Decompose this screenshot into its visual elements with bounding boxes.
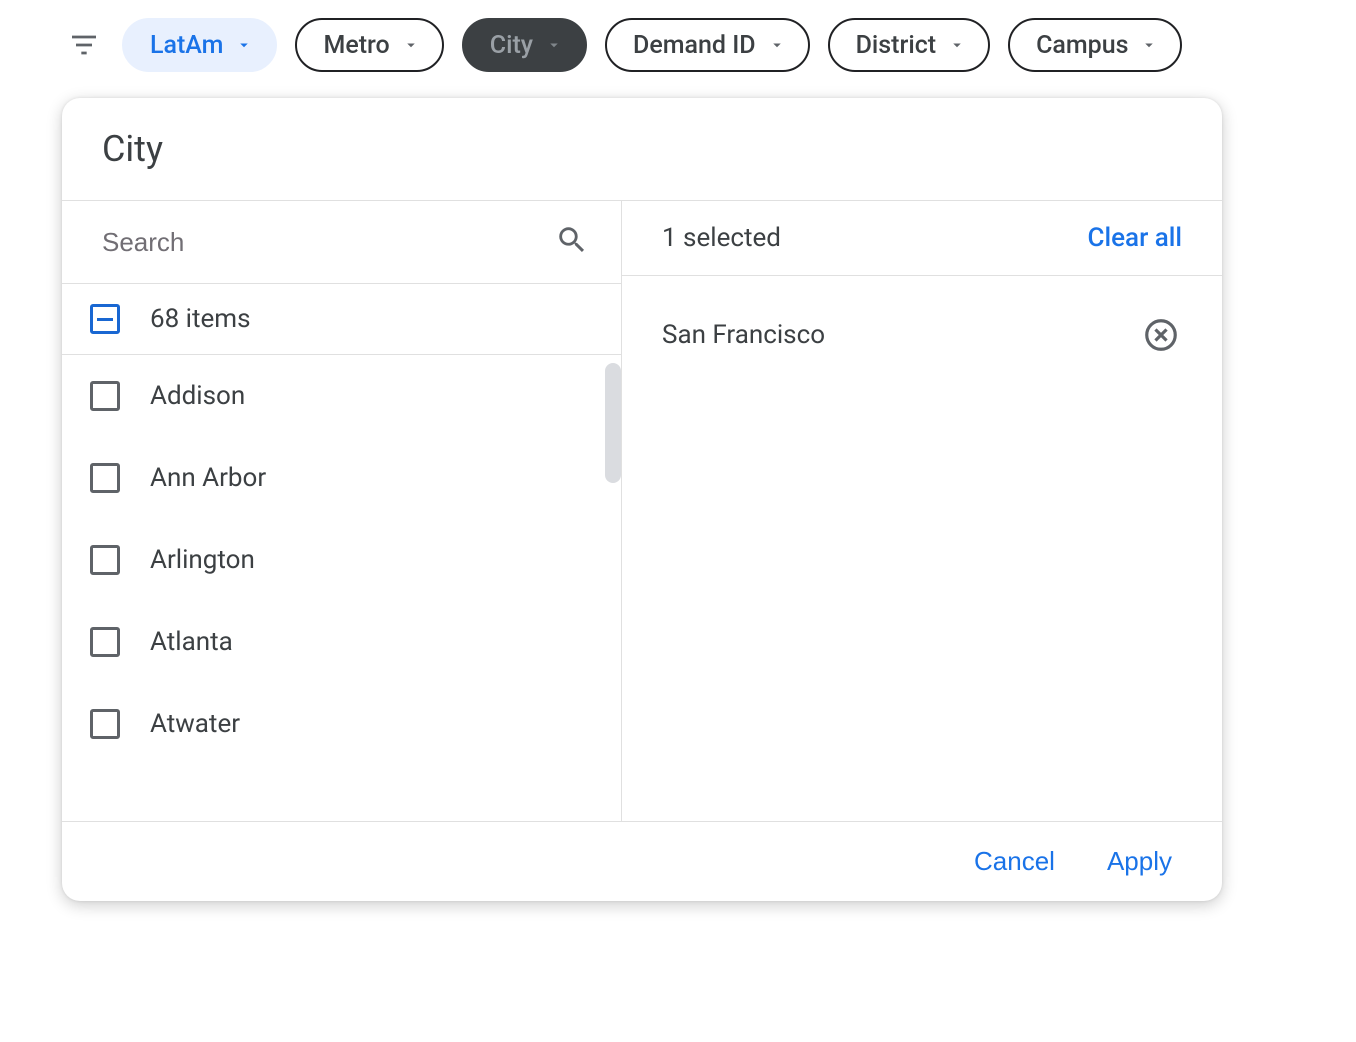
scrollbar-thumb[interactable] <box>605 363 621 483</box>
cancel-button[interactable]: Cancel <box>974 846 1055 877</box>
list-item-label: Atwater <box>150 709 240 739</box>
list-item-label: Arlington <box>150 545 255 575</box>
selected-header: 1 selected Clear all <box>622 201 1222 276</box>
options-column: 68 items Addison Ann Arbor <box>62 201 622 821</box>
items-count-label: 68 items <box>150 304 251 334</box>
checkbox-icon[interactable] <box>90 709 120 739</box>
chip-label: Demand ID <box>633 31 756 60</box>
dropdown-caret-icon <box>235 36 253 54</box>
list-item[interactable]: Arlington <box>62 519 621 601</box>
list-item[interactable]: Atwater <box>62 683 621 765</box>
list-item[interactable]: Addison <box>62 355 621 437</box>
chip-label: Campus <box>1036 31 1128 60</box>
list-item-label: Ann Arbor <box>150 463 266 493</box>
chip-city[interactable]: City <box>462 18 587 72</box>
selected-list: San Francisco <box>622 276 1222 821</box>
chip-label: District <box>856 31 936 60</box>
clear-all-button[interactable]: Clear all <box>1088 223 1182 253</box>
city-filter-panel: City 68 items Add <box>62 98 1222 901</box>
dropdown-caret-icon <box>545 36 563 54</box>
search-row <box>62 201 621 284</box>
list-item[interactable]: Ann Arbor <box>62 437 621 519</box>
chip-district[interactable]: District <box>828 18 990 72</box>
list-item-label: Atlanta <box>150 627 233 657</box>
chip-label: City <box>490 31 533 60</box>
chip-latam[interactable]: LatAm <box>122 18 277 72</box>
filter-list-icon[interactable] <box>64 29 104 61</box>
search-icon[interactable] <box>555 223 589 261</box>
chip-label: Metro <box>323 31 389 60</box>
checkbox-icon[interactable] <box>90 381 120 411</box>
selected-item: San Francisco <box>622 286 1222 384</box>
select-all-row[interactable]: 68 items <box>62 284 621 355</box>
apply-button[interactable]: Apply <box>1107 846 1172 877</box>
dropdown-caret-icon <box>768 36 786 54</box>
options-list[interactable]: Addison Ann Arbor Arlington Atlanta <box>62 355 621 821</box>
chip-metro[interactable]: Metro <box>295 18 443 72</box>
checkbox-icon[interactable] <box>90 545 120 575</box>
chip-campus[interactable]: Campus <box>1008 18 1182 72</box>
list-item[interactable]: Atlanta <box>62 601 621 683</box>
chip-label: LatAm <box>150 31 223 60</box>
panel-title: City <box>62 98 1222 200</box>
chip-demand-id[interactable]: Demand ID <box>605 18 810 72</box>
dropdown-caret-icon <box>1140 36 1158 54</box>
checkbox-icon[interactable] <box>90 463 120 493</box>
checkbox-icon[interactable] <box>90 627 120 657</box>
remove-item-icon[interactable] <box>1142 316 1180 354</box>
selected-count-label: 1 selected <box>662 223 781 253</box>
search-input[interactable] <box>102 227 555 258</box>
filter-chip-bar: LatAm Metro City Demand ID District <box>58 18 1298 72</box>
selected-column: 1 selected Clear all San Francisco <box>622 201 1222 821</box>
list-item-label: Addison <box>150 381 245 411</box>
selected-item-label: San Francisco <box>662 320 825 350</box>
dropdown-caret-icon <box>402 36 420 54</box>
dropdown-caret-icon <box>948 36 966 54</box>
panel-footer: Cancel Apply <box>62 821 1222 901</box>
indeterminate-checkbox-icon[interactable] <box>90 304 120 334</box>
